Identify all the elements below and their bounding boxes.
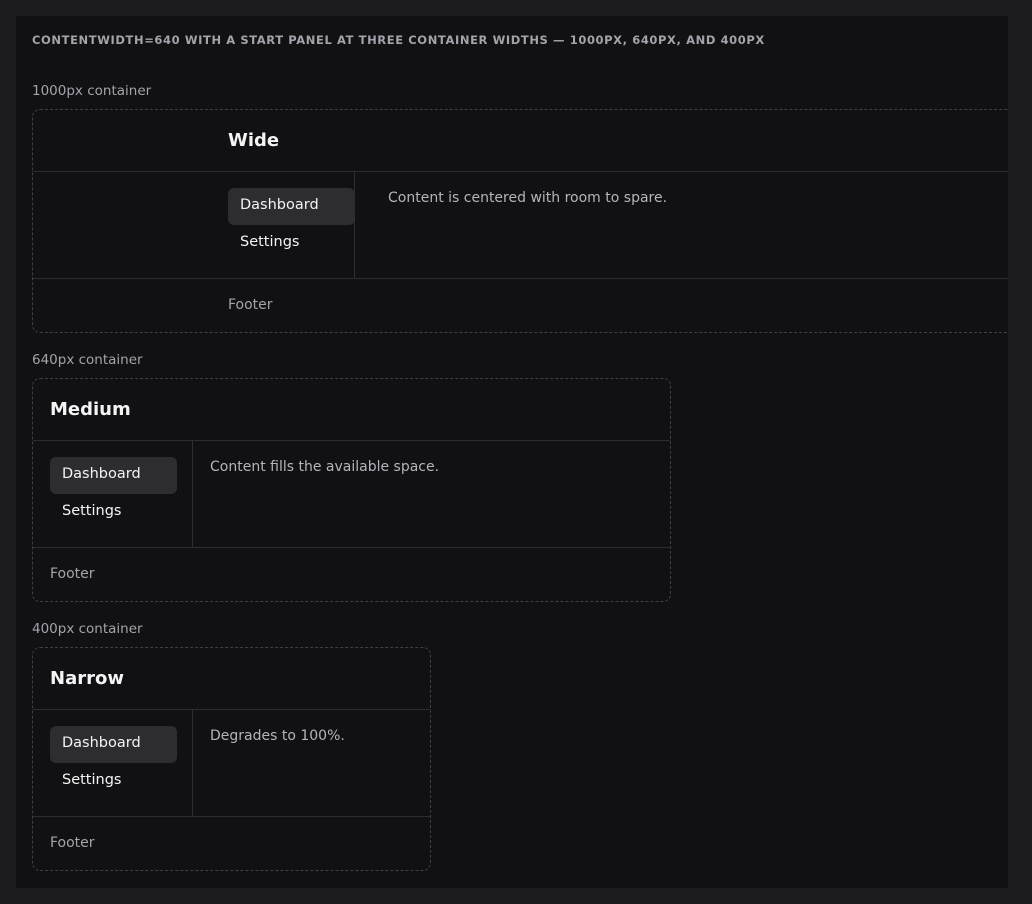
content-text: Degrades to 100%. — [210, 728, 345, 744]
nav-item-settings[interactable]: Settings — [50, 494, 177, 531]
panel-body: Dashboard Settings Content is centered w… — [33, 172, 1008, 279]
footer-text: Footer — [50, 566, 95, 582]
panel-body: Dashboard Settings Degrades to 100%. — [33, 710, 430, 817]
footer-text: Footer — [228, 297, 273, 313]
container-narrow: Narrow Dashboard Settings Degrades to 10… — [32, 647, 431, 871]
nav-item-settings[interactable]: Settings — [50, 763, 177, 800]
panel-header: Medium — [33, 379, 670, 441]
content-text: Content fills the available space. — [210, 459, 440, 475]
page-heading: CONTENTWIDTH=640 WITH A START PANEL AT T… — [32, 33, 765, 47]
demo-label-wide: 1000px container — [32, 83, 152, 99]
nav-item-dashboard[interactable]: Dashboard — [50, 726, 177, 763]
panel-title: Narrow — [50, 668, 124, 689]
demo-page: CONTENTWIDTH=640 WITH A START PANEL AT T… — [16, 16, 1008, 888]
demo-label-medium: 640px container — [32, 352, 143, 368]
panel-header: Narrow — [33, 648, 430, 710]
nav-item-settings[interactable]: Settings — [228, 225, 355, 262]
demo-label-narrow: 400px container — [32, 621, 143, 637]
panel-header: Wide — [33, 110, 1008, 172]
nav-item-dashboard[interactable]: Dashboard — [228, 188, 355, 225]
panel-body: Dashboard Settings Content fills the ava… — [33, 441, 670, 548]
nav-item-dashboard[interactable]: Dashboard — [50, 457, 177, 494]
panel-title: Wide — [228, 130, 280, 151]
panel-footer: Footer — [33, 280, 1008, 332]
container-wide: Wide Dashboard Settings Content is cente… — [32, 109, 1008, 333]
start-panel-nav: Dashboard Settings — [33, 710, 193, 817]
content-text: Content is centered with room to spare. — [388, 190, 668, 206]
start-panel-nav: Dashboard Settings — [211, 172, 355, 279]
container-medium: Medium Dashboard Settings Content fills … — [32, 378, 671, 602]
start-panel-nav: Dashboard Settings — [33, 441, 193, 548]
footer-text: Footer — [50, 835, 95, 851]
panel-footer: Footer — [33, 549, 670, 601]
panel-footer: Footer — [33, 818, 430, 870]
panel-title: Medium — [50, 399, 131, 420]
